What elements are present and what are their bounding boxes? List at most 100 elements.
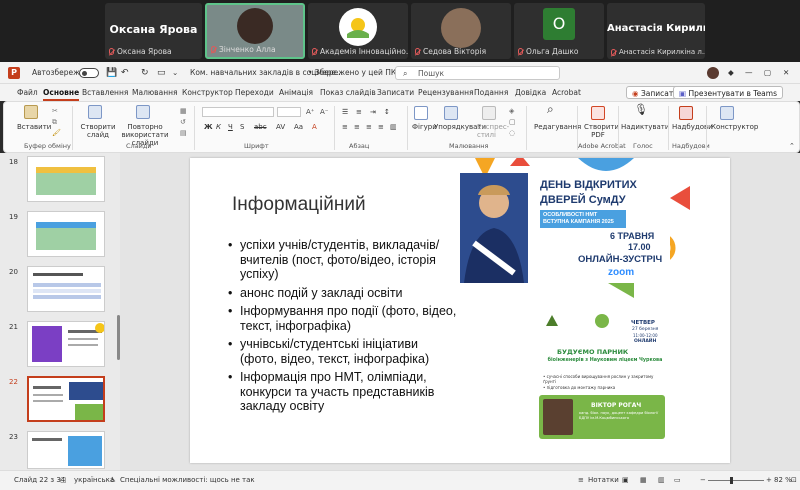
reuse-slides-icon[interactable] <box>136 105 150 119</box>
tab-acrobat[interactable]: Acrobat <box>552 88 581 97</box>
copy-icon[interactable]: ⧉ <box>52 118 57 126</box>
language-label[interactable]: українська <box>74 476 114 484</box>
qat-more-icon[interactable]: ⌄ <box>172 68 178 77</box>
font-name-select[interactable] <box>202 107 274 117</box>
slideshow-icon[interactable]: ▭ <box>157 68 166 78</box>
find-icon[interactable]: ⌕ <box>547 103 554 115</box>
fit-slide-icon[interactable]: ⊡ <box>791 476 797 484</box>
open-day-poster[interactable]: ДЕНЬ ВІДКРИТИХ ДВЕРЕЙ СумДУ ОСОБЛИВОСТІ … <box>460 173 670 283</box>
tab-slideshow[interactable]: Показ слайдів <box>320 88 376 97</box>
slide-bullet-list[interactable]: успіхи учнів/студентів, викладачів/вчите… <box>228 238 458 418</box>
grow-font-icon[interactable]: A⁺ <box>306 108 314 116</box>
tab-view[interactable]: Подання <box>474 88 508 97</box>
accessibility-status[interactable]: Спеціальні можливості: щось не так <box>120 476 255 484</box>
save-status[interactable]: • Збережено у цей ПК ⌄ <box>308 68 405 77</box>
quick-styles-button[interactable]: Експрес-стилі <box>477 123 509 139</box>
minimize-icon[interactable]: — <box>745 68 753 77</box>
zoom-out-icon[interactable]: − <box>700 476 706 484</box>
autosave-toggle[interactable] <box>79 68 99 78</box>
layout-icon[interactable]: ▦ <box>180 107 187 115</box>
slide-thumbnail[interactable] <box>27 156 105 202</box>
line-spacing-icon[interactable]: ↕ <box>384 108 390 116</box>
present-in-teams-button[interactable]: ▣ Презентувати в Teams <box>673 86 783 99</box>
tab-insert[interactable]: Вставлення <box>82 88 128 97</box>
zoom-in-icon[interactable]: + <box>766 476 772 484</box>
shape-effects-icon[interactable]: ◌ <box>509 129 515 137</box>
section-icon[interactable]: ▤ <box>180 129 187 137</box>
reset-icon[interactable]: ↺ <box>180 118 186 126</box>
ribbon-collapse-icon[interactable]: ⌃ <box>789 142 795 150</box>
shadow-icon[interactable]: S <box>240 123 244 131</box>
slide-thumbnail[interactable] <box>27 431 105 469</box>
paste-icon[interactable] <box>24 105 38 119</box>
participant-tile[interactable]: Анастасія Кирилкіна Анастасія Кирилкіна … <box>607 3 705 59</box>
zoom-level[interactable]: 82 % <box>774 476 792 484</box>
new-slide-button[interactable]: Створити слайд <box>80 123 116 139</box>
slide-title[interactable]: Інформаційний <box>232 194 366 216</box>
reading-view-icon[interactable]: ▥ <box>658 476 665 484</box>
paste-button[interactable]: Вставити <box>17 123 51 131</box>
strikethrough-icon[interactable]: abc <box>254 123 267 131</box>
microphone-icon[interactable]: 🎙 <box>634 104 648 115</box>
align-center-icon[interactable]: ≡ <box>354 123 360 131</box>
notes-button[interactable]: Нотатки <box>588 476 619 484</box>
accessibility-icon[interactable]: ♿ <box>110 476 116 484</box>
format-painter-icon[interactable]: 🖌 <box>52 129 61 137</box>
shape-fill-icon[interactable]: ◈ <box>509 107 514 115</box>
diamond-icon[interactable]: ◆ <box>728 68 734 77</box>
normal-view-icon[interactable]: ▣ <box>622 476 629 484</box>
participant-tile[interactable]: Оксана Ярова Оксана Ярова <box>105 3 202 59</box>
close-icon[interactable]: ✕ <box>783 68 789 77</box>
search-input[interactable]: ⌕ Пошук <box>395 66 560 80</box>
slide-thumbnail[interactable] <box>27 266 105 312</box>
tab-review[interactable]: Рецензування <box>418 88 474 97</box>
participant-tile-active[interactable]: Зінченко Алла <box>205 3 305 59</box>
maximize-icon[interactable]: ▢ <box>764 68 771 77</box>
shapes-icon[interactable] <box>414 106 428 120</box>
slide-thumbnail[interactable] <box>27 321 105 367</box>
bullets-icon[interactable]: ☰ <box>342 108 348 116</box>
align-right-icon[interactable]: ≡ <box>366 123 372 131</box>
editing-button[interactable]: Редагування <box>534 123 581 131</box>
shrink-font-icon[interactable]: A⁻ <box>320 108 328 116</box>
redo-icon[interactable]: ↻ <box>141 68 149 78</box>
spell-check-icon[interactable]: ▢ <box>60 476 67 484</box>
numbering-icon[interactable]: ≡ <box>356 108 362 116</box>
underline-icon[interactable]: Ч <box>228 123 233 131</box>
font-color-icon[interactable]: A <box>312 123 317 131</box>
greenhouse-event-poster[interactable]: ЧЕТВЕР 27 березня 11:00-12:00 ОНЛАЙН БУД… <box>535 308 670 448</box>
designer-button[interactable]: Конструктор <box>711 123 758 131</box>
shape-outline-icon[interactable]: ▢ <box>509 118 516 126</box>
tab-help[interactable]: Довідка <box>515 88 546 97</box>
notes-icon[interactable]: ≡ <box>578 476 584 484</box>
arrange-icon[interactable] <box>444 106 458 120</box>
slideshow-view-icon[interactable]: ▭ <box>674 476 681 484</box>
save-icon[interactable]: 💾 <box>106 68 117 78</box>
slide-thumbnail-selected[interactable] <box>27 376 105 422</box>
align-left-icon[interactable]: ≡ <box>342 123 348 131</box>
cut-icon[interactable]: ✂ <box>52 107 58 115</box>
slide-sorter-icon[interactable]: ▦ <box>640 476 647 484</box>
spacing-icon[interactable]: AV <box>276 123 285 131</box>
tab-animations[interactable]: Анімація <box>279 88 313 97</box>
create-pdf-button[interactable]: Створити PDF <box>584 123 619 139</box>
slide-thumbnail[interactable] <box>27 211 105 257</box>
indent-icon[interactable]: ⇥ <box>370 108 376 116</box>
italic-icon[interactable]: К <box>216 123 221 131</box>
tab-file[interactable]: Файл <box>17 88 38 97</box>
new-slide-icon[interactable] <box>88 105 102 119</box>
quick-styles-icon[interactable] <box>482 106 496 120</box>
tab-home[interactable]: Основне <box>43 88 80 101</box>
zoom-slider-thumb[interactable] <box>730 477 733 484</box>
bold-icon[interactable]: Ж <box>204 123 213 131</box>
columns-icon[interactable]: ▥ <box>390 123 397 131</box>
tab-record[interactable]: Записати <box>377 88 414 97</box>
addins-icon[interactable] <box>679 106 693 120</box>
designer-icon[interactable] <box>720 106 734 120</box>
participant-tile[interactable]: Академія Інноваційно... <box>308 3 408 59</box>
participant-tile[interactable]: O Ольга Дашко <box>514 3 604 59</box>
font-size-select[interactable] <box>277 107 301 117</box>
undo-icon[interactable]: ↶ <box>121 68 129 78</box>
case-icon[interactable]: Aa <box>294 123 303 131</box>
user-avatar[interactable] <box>707 67 719 79</box>
